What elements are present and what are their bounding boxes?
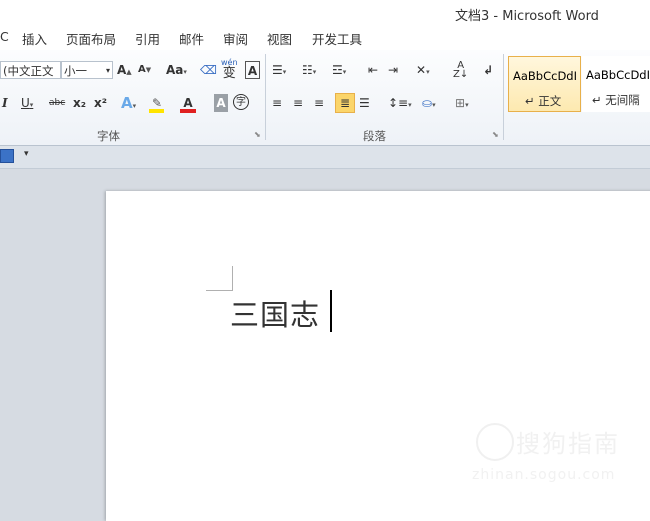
- sogou-watermark: 搜狗指南 zhinan.sogou.com: [468, 423, 650, 493]
- align-center-icon[interactable]: ≡: [293, 94, 303, 112]
- customize-toolbar-icon[interactable]: ▾: [24, 149, 29, 159]
- watermark-url: zhinan.sogou.com: [472, 467, 616, 483]
- style-normal[interactable]: AaBbCcDdI ↵ 正文: [508, 56, 581, 112]
- font-color-icon[interactable]: A: [180, 94, 196, 113]
- text-effects-icon[interactable]: A▾: [121, 94, 136, 112]
- style-name: ↵ 正文: [525, 94, 562, 108]
- align-right-icon[interactable]: ≡: [314, 94, 324, 112]
- decrease-indent-icon[interactable]: ⇤: [368, 61, 378, 79]
- font-size-value: 小一: [64, 64, 87, 78]
- text-cursor: [330, 290, 332, 332]
- highlight-swatch: [149, 109, 164, 113]
- style-no-spacing[interactable]: AaBbCcDdI ↵ 无间隔: [582, 56, 650, 112]
- character-border-icon[interactable]: A: [245, 61, 260, 79]
- document-text[interactable]: 三国志: [230, 292, 320, 334]
- grow-font-icon[interactable]: A▲: [117, 61, 132, 79]
- shrink-font-icon[interactable]: A▼: [138, 61, 151, 79]
- multilevel-list-icon[interactable]: ☲▾: [332, 61, 346, 79]
- tab-review[interactable]: 审阅: [223, 29, 248, 48]
- superscript-icon[interactable]: x²: [94, 94, 107, 112]
- bullets-icon[interactable]: ☰▾: [272, 61, 286, 79]
- numbering-icon[interactable]: ☷▾: [302, 61, 316, 79]
- chinese-layout-icon[interactable]: ✕▾: [416, 61, 430, 79]
- phonetic-guide-icon[interactable]: wén 变: [221, 59, 238, 81]
- font-size-combo[interactable]: 小一 ▾: [61, 61, 113, 79]
- align-left-icon[interactable]: ≡: [272, 94, 282, 112]
- tab-view[interactable]: 视图: [267, 29, 292, 48]
- group-divider: [265, 54, 266, 140]
- font-group-label: 字体: [97, 129, 120, 143]
- margin-corner-mark: [206, 266, 233, 291]
- quick-access-toolbar: ▾: [0, 146, 650, 169]
- subscript-icon[interactable]: x₂: [73, 94, 86, 112]
- style-sample-text: AaBbCcDdI: [586, 68, 650, 82]
- font-name-combo[interactable]: (中文正文: [0, 61, 61, 79]
- chevron-down-icon: ▾: [105, 66, 110, 75]
- enclose-characters-icon[interactable]: 字: [233, 94, 249, 110]
- tab-references[interactable]: 引用: [135, 29, 160, 48]
- tab-page-layout[interactable]: 页面布局: [66, 29, 116, 48]
- tab-home-partial[interactable]: C: [0, 29, 9, 44]
- shading-bucket-icon[interactable]: ⛀▾: [422, 94, 436, 112]
- paragraph-group-label: 段落: [363, 129, 386, 143]
- watermark-logo-icon: [476, 423, 514, 461]
- distributed-icon[interactable]: ☰: [359, 94, 370, 112]
- show-formatting-icon[interactable]: ↲: [483, 61, 493, 79]
- document-area[interactable]: 三国志 搜狗指南 zhinan.sogou.com: [0, 191, 650, 521]
- group-divider: [503, 54, 504, 140]
- borders-icon[interactable]: ⊞▾: [455, 94, 469, 112]
- title-bar: 文档3 - Microsoft Word: [0, 0, 650, 26]
- window-title: 文档3 - Microsoft Word: [455, 9, 599, 24]
- tab-mailings[interactable]: 邮件: [179, 29, 204, 48]
- character-shading-icon[interactable]: A: [214, 94, 228, 112]
- justify-icon[interactable]: ≣: [335, 93, 355, 113]
- watermark-text: 搜狗指南: [516, 430, 620, 458]
- sort-icon[interactable]: A Z↓: [453, 61, 468, 80]
- increase-indent-icon[interactable]: ⇥: [388, 61, 398, 79]
- ribbon: (中文正文 小一 ▾ A▲ A▼ Aa▾ ⌫ wén 变 A I U▾ abc …: [0, 50, 650, 146]
- document-page[interactable]: 三国志 搜狗指南 zhinan.sogou.com: [106, 191, 650, 521]
- clear-format-icon[interactable]: ⌫: [200, 61, 217, 79]
- style-sample-text: AaBbCcDdI: [513, 69, 578, 83]
- layout-view-icon[interactable]: [0, 149, 14, 163]
- paragraph-dialog-launcher-icon[interactable]: ⬊: [492, 130, 499, 139]
- tab-insert[interactable]: 插入: [22, 29, 47, 48]
- ribbon-tabs: C 插入 页面布局 引用 邮件 审阅 视图 开发工具: [0, 26, 650, 51]
- font-dialog-launcher-icon[interactable]: ⬊: [254, 130, 261, 139]
- style-name: ↵ 无间隔: [592, 93, 640, 107]
- change-case-icon[interactable]: Aa▾: [166, 61, 187, 79]
- tab-developer[interactable]: 开发工具: [312, 29, 362, 48]
- underline-icon[interactable]: U▾: [21, 94, 33, 112]
- highlight-color-icon[interactable]: ✎: [148, 94, 166, 113]
- font-color-swatch: [180, 109, 196, 113]
- line-spacing-icon[interactable]: ↕≡▾: [388, 94, 412, 112]
- ruler-area: [0, 169, 650, 191]
- italic-icon[interactable]: I: [2, 94, 8, 112]
- strikethrough-icon[interactable]: abc: [49, 94, 65, 112]
